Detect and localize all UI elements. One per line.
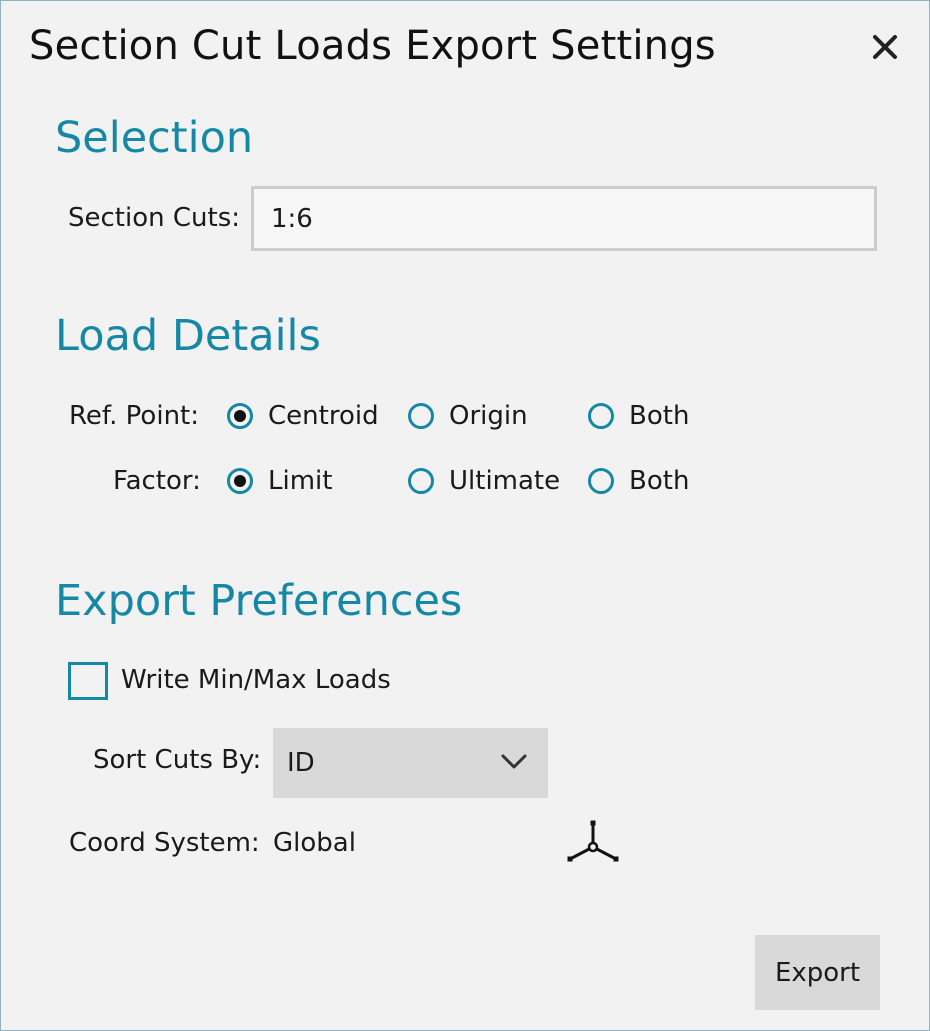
- coord-system-value: Global: [273, 828, 356, 858]
- load-details-heading: Load Details: [55, 311, 321, 361]
- radio-selected-dot: [234, 475, 246, 487]
- factor-ultimate-radio[interactable]: [408, 468, 434, 494]
- sort-cuts-value: ID: [287, 748, 315, 778]
- factor-both-radio[interactable]: [588, 468, 614, 494]
- section-cuts-input[interactable]: 1:6: [251, 186, 877, 251]
- export-settings-dialog: Section Cut Loads Export Settings Select…: [0, 0, 930, 1031]
- ref-point-centroid-radio[interactable]: [227, 403, 253, 429]
- factor-both-label[interactable]: Both: [629, 466, 689, 496]
- write-minmax-checkbox[interactable]: [68, 662, 108, 700]
- ref-point-label: Ref. Point:: [69, 401, 199, 431]
- chevron-down-icon: [501, 754, 527, 769]
- write-minmax-label[interactable]: Write Min/Max Loads: [121, 665, 391, 695]
- export-button[interactable]: Export: [755, 935, 880, 1010]
- coordinate-axes-icon[interactable]: [564, 819, 622, 871]
- ref-point-origin-radio[interactable]: [408, 403, 434, 429]
- radio-selected-dot: [234, 410, 246, 422]
- factor-limit-label[interactable]: Limit: [268, 466, 332, 496]
- selection-heading: Selection: [55, 113, 254, 163]
- coord-system-label: Coord System:: [69, 828, 260, 858]
- section-cuts-value: 1:6: [271, 204, 313, 234]
- sort-cuts-dropdown[interactable]: ID: [273, 728, 548, 798]
- section-cuts-label: Section Cuts:: [68, 203, 240, 233]
- dialog-title: Section Cut Loads Export Settings: [29, 23, 716, 69]
- close-button[interactable]: [865, 25, 905, 69]
- ref-point-centroid-label[interactable]: Centroid: [268, 401, 379, 431]
- ref-point-both-label[interactable]: Both: [629, 401, 689, 431]
- factor-label: Factor:: [113, 466, 201, 496]
- sort-cuts-label: Sort Cuts By:: [93, 745, 262, 775]
- factor-ultimate-label[interactable]: Ultimate: [449, 466, 560, 496]
- export-preferences-heading: Export Preferences: [55, 576, 463, 626]
- close-icon: [873, 35, 897, 59]
- ref-point-both-radio[interactable]: [588, 403, 614, 429]
- factor-limit-radio[interactable]: [227, 468, 253, 494]
- ref-point-origin-label[interactable]: Origin: [449, 401, 528, 431]
